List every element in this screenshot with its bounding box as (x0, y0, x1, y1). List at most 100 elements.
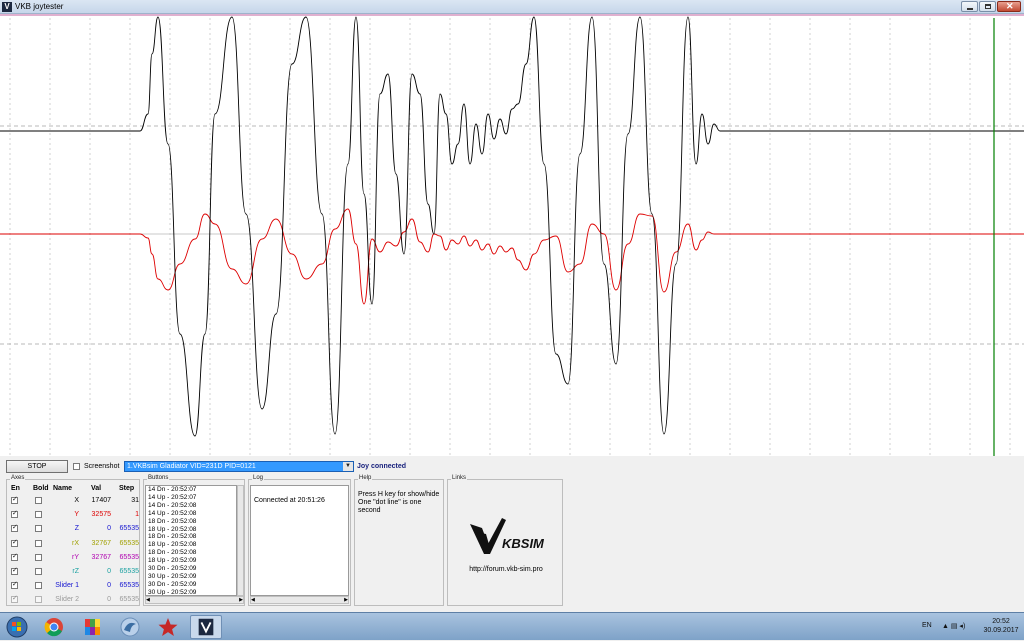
minimize-button[interactable] (961, 1, 978, 12)
axis-enable-checkbox[interactable] (11, 509, 18, 519)
clock[interactable]: 20:52 30.09.2017 (980, 617, 1022, 635)
axis-enable-checkbox[interactable] (11, 566, 18, 575)
tray-icons[interactable]: ▲ ▤ ◂) (942, 622, 965, 630)
button-event-item: 30 Dn - 20:52:09 (148, 565, 197, 573)
axis-row: X 17407 31 (7, 494, 141, 508)
axis-bold-checkbox[interactable] (35, 596, 42, 604)
red-star-app-icon[interactable] (152, 615, 184, 639)
axis-bold-checkbox[interactable] (35, 553, 42, 561)
scroll-left-icon[interactable]: ◀ (146, 597, 150, 603)
button-event-item: 30 Up - 20:52:09 (148, 588, 197, 596)
axis-name: X (74, 497, 79, 504)
log-panel: Log Connected at 20:51:26 ◀ ▶ (248, 475, 351, 606)
help-text: Press H key for show/hide One "dot line"… (358, 491, 443, 515)
button-event-item: 30 Dn - 20:52:09 (148, 580, 197, 588)
links-panel: Links KBSIM http://forum.vkb-sim.pro (447, 475, 564, 606)
axis-bold-checkbox[interactable] (35, 497, 42, 504)
vkbsim-logo[interactable]: KBSIM (468, 514, 548, 560)
log-horizontal-scrollbar[interactable]: ◀ ▶ (250, 596, 349, 604)
language-indicator[interactable]: EN (922, 622, 932, 629)
axis-value: 0 (107, 596, 111, 604)
start-button[interactable] (2, 615, 32, 639)
chrome-icon[interactable] (38, 615, 70, 639)
button-event-item: 18 Up - 20:52:08 (148, 541, 197, 549)
axis-name: Slider 2 (55, 596, 79, 604)
axis-row: Slider 1 0 65535 (7, 579, 141, 593)
scroll-right-icon[interactable]: ▶ (239, 597, 243, 603)
axis-enable-checkbox[interactable] (11, 495, 18, 504)
scroll-right-icon[interactable]: ▶ (344, 597, 348, 603)
axis-enable-checkbox[interactable] (11, 580, 18, 590)
stop-button[interactable]: STOP (6, 460, 68, 473)
axis-name: Slider 1 (55, 582, 79, 590)
axis-step: 65535 (119, 596, 139, 604)
axis-step: 65535 (119, 553, 139, 561)
vkb-joytester-taskbar-icon[interactable] (190, 615, 222, 639)
buttons-vertical-scrollbar[interactable] (237, 485, 244, 596)
help-legend: Help (358, 475, 373, 481)
dolphin-app-icon[interactable] (114, 615, 146, 639)
clock-time: 20:52 (992, 618, 1010, 625)
bold-header: Bold (33, 485, 49, 492)
maximize-button[interactable] (979, 1, 996, 12)
screenshot-label: Screenshot (84, 463, 120, 470)
axis-enable-checkbox[interactable] (11, 538, 18, 547)
screenshot-checkbox[interactable] (73, 463, 80, 470)
button-events-list[interactable]: 14 Dn - 20:52:07 14 Up - 20:52:07 14 Dn - … (145, 485, 237, 596)
log-text: Connected at 20:51:26 (254, 497, 325, 504)
axis-name: Y (74, 511, 79, 519)
axis-step: 31 (131, 497, 139, 504)
axis-bold-checkbox[interactable] (35, 511, 42, 519)
buttons-horizontal-scrollbar[interactable]: ◀ ▶ (145, 596, 244, 604)
axis-value: 32767 (91, 553, 111, 561)
val-header: Val (91, 485, 102, 492)
axis-row: Y 32575 1 (7, 508, 141, 522)
en-header: En (11, 485, 20, 492)
axis-step: 65535 (119, 525, 139, 533)
links-legend: Links (451, 475, 468, 481)
axis-name: rY (72, 553, 79, 561)
step-header: Step (119, 485, 135, 492)
axis-row: rZ 0 65535 (7, 565, 141, 579)
chevron-down-icon[interactable]: ▼ (343, 462, 353, 471)
axis-value: 17407 (91, 497, 111, 504)
axis-bold-checkbox[interactable] (35, 582, 42, 590)
help-line-1: Press H key for show/hide (358, 491, 440, 498)
close-icon: ✕ (1006, 1, 1014, 11)
axes-legend: Axes (10, 475, 26, 481)
axis-bold-checkbox[interactable] (35, 539, 42, 547)
axis-value: 0 (107, 582, 111, 590)
button-event-item: 18 Dn - 20:52:08 (148, 549, 197, 557)
axis-enable-checkbox[interactable] (11, 594, 18, 604)
buttons-panel: Buttons 14 Dn - 20:52:07 14 Up - 20:52:07… (143, 475, 245, 606)
maximize-icon (985, 4, 991, 9)
connection-status: Joy connected (357, 463, 407, 470)
axis-bold-checkbox[interactable] (35, 525, 42, 533)
system-tray: EN ▲ ▤ ◂) 20:52 30.09.2017 (918, 613, 1024, 641)
log-textbox[interactable]: Connected at 20:51:26 (250, 485, 349, 596)
close-button[interactable]: ✕ (997, 1, 1021, 12)
axis-step: 65535 (119, 568, 139, 575)
x-axis-trace (0, 16, 1024, 437)
axis-name: rZ (72, 568, 79, 575)
forum-link[interactable]: http://forum.vkb-sim.pro (448, 566, 564, 573)
button-event-item: 18 Up - 20:52:09 (148, 557, 197, 565)
scroll-left-icon[interactable]: ◀ (251, 597, 255, 603)
button-event-item: 14 Dn - 20:52:07 (148, 486, 197, 493)
help-line-2: One "dot line" is one second (358, 499, 422, 514)
axis-row: Z 0 65535 (7, 522, 141, 536)
button-event-item: 14 Up - 20:52:07 (148, 493, 197, 501)
axis-enable-checkbox[interactable] (11, 552, 18, 561)
axis-bold-checkbox[interactable] (35, 568, 42, 575)
device-select[interactable]: 1.VKBsim Gladiator VID=231D PID=0121 ▼ (124, 461, 354, 472)
log-legend: Log (252, 475, 265, 481)
axis-value: 0 (107, 568, 111, 575)
mosaic-app-icon[interactable] (76, 615, 108, 639)
axis-enable-checkbox[interactable] (11, 523, 18, 533)
axis-value: 32575 (91, 511, 111, 519)
axis-row: rX 32767 65535 (7, 537, 141, 551)
clock-date: 30.09.2017 (983, 627, 1019, 634)
logo-text: KBSIM (502, 536, 545, 551)
axis-trace-plot (0, 14, 1024, 456)
axis-row: rY 32767 65535 (7, 551, 141, 565)
